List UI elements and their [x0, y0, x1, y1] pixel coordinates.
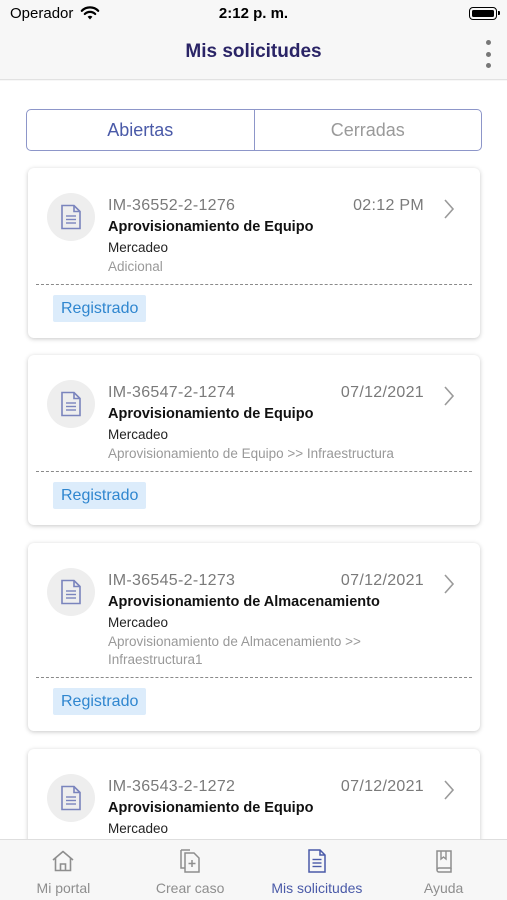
case-department: Mercadeo: [108, 821, 169, 836]
card-divider: [36, 471, 472, 472]
case-date: 02:12 PM: [353, 197, 424, 214]
case-id: IM-36552-2-1276: [108, 197, 236, 214]
requests-list[interactable]: Abiertas Cerradas IM-36552-2-1276 02:12 …: [0, 81, 507, 839]
battery-icon: [469, 7, 500, 20]
case-category: Aprovisionamiento de Almacenamiento >> I…: [108, 634, 361, 667]
book-icon: [435, 850, 452, 873]
document-icon: [47, 193, 95, 241]
case-date: 07/12/2021: [340, 778, 424, 795]
status-bar: Operador 2:12 p. m.: [0, 0, 507, 28]
tab-label: Crear caso: [155, 880, 225, 896]
case-department: Mercadeo: [108, 240, 169, 255]
chevron-right-icon: [444, 199, 455, 219]
chevron-right-icon: [444, 574, 455, 594]
request-card[interactable]: IM-36543-2-1272 07/12/2021 Aprovisionami…: [28, 749, 480, 839]
segment-closed[interactable]: Cerradas: [253, 110, 482, 150]
status-segmented-control: Abiertas Cerradas: [26, 109, 482, 151]
tab-mis-solicitudes[interactable]: Mis solicitudes: [254, 840, 381, 900]
status-time: 2:12 p. m.: [218, 5, 289, 22]
tab-label: Mi portal: [36, 880, 91, 896]
status-badge: Registrado: [53, 295, 147, 322]
request-card[interactable]: IM-36547-2-1274 07/12/2021 Aprovisionami…: [28, 355, 480, 525]
navigation-bar: Mis solicitudes: [0, 28, 507, 80]
case-id: IM-36547-2-1274: [108, 384, 236, 401]
tab-crear-caso[interactable]: Crear caso: [127, 840, 254, 900]
page-title: Mis solicitudes: [185, 41, 322, 62]
case-title: Aprovisionamiento de Equipo: [108, 406, 314, 422]
more-vertical-icon[interactable]: [481, 40, 495, 68]
case-date: 07/12/2021: [340, 572, 424, 589]
tab-ayuda[interactable]: Ayuda: [380, 840, 507, 900]
case-title: Aprovisionamiento de Almacenamiento: [108, 594, 380, 610]
new-document-icon: [180, 849, 200, 873]
tab-bar: Mi portal Crear caso Mis solicitudes Ayu…: [0, 839, 507, 900]
card-divider: [36, 677, 472, 678]
tab-mi-portal[interactable]: Mi portal: [0, 840, 127, 900]
home-icon: [52, 850, 74, 872]
request-card[interactable]: IM-36552-2-1276 02:12 PM Aprovisionamien…: [28, 168, 480, 338]
document-list-icon: [308, 849, 326, 873]
segment-open[interactable]: Abiertas: [27, 110, 254, 150]
status-badge: Registrado: [53, 688, 147, 715]
card-divider: [36, 284, 472, 285]
request-card[interactable]: IM-36545-2-1273 07/12/2021 Aprovisionami…: [28, 543, 480, 731]
tab-label: Ayuda: [423, 880, 464, 896]
document-icon: [47, 774, 95, 822]
case-category: Aprovisionamiento de Equipo >> Infraestr…: [108, 446, 394, 461]
document-icon: [47, 568, 95, 616]
case-department: Mercadeo: [108, 615, 169, 630]
chevron-right-icon: [444, 780, 455, 800]
status-badge: Registrado: [53, 482, 147, 509]
document-icon: [47, 380, 95, 428]
case-id: IM-36545-2-1273: [108, 572, 236, 589]
case-department: Mercadeo: [108, 427, 169, 442]
case-date: 07/12/2021: [340, 384, 424, 401]
case-title: Aprovisionamiento de Equipo: [108, 219, 314, 235]
chevron-right-icon: [444, 386, 455, 406]
case-category: Adicional: [108, 259, 163, 274]
case-title: Aprovisionamiento de Equipo: [108, 800, 314, 816]
tab-label: Mis solicitudes: [271, 880, 363, 896]
case-id: IM-36543-2-1272: [108, 778, 236, 795]
